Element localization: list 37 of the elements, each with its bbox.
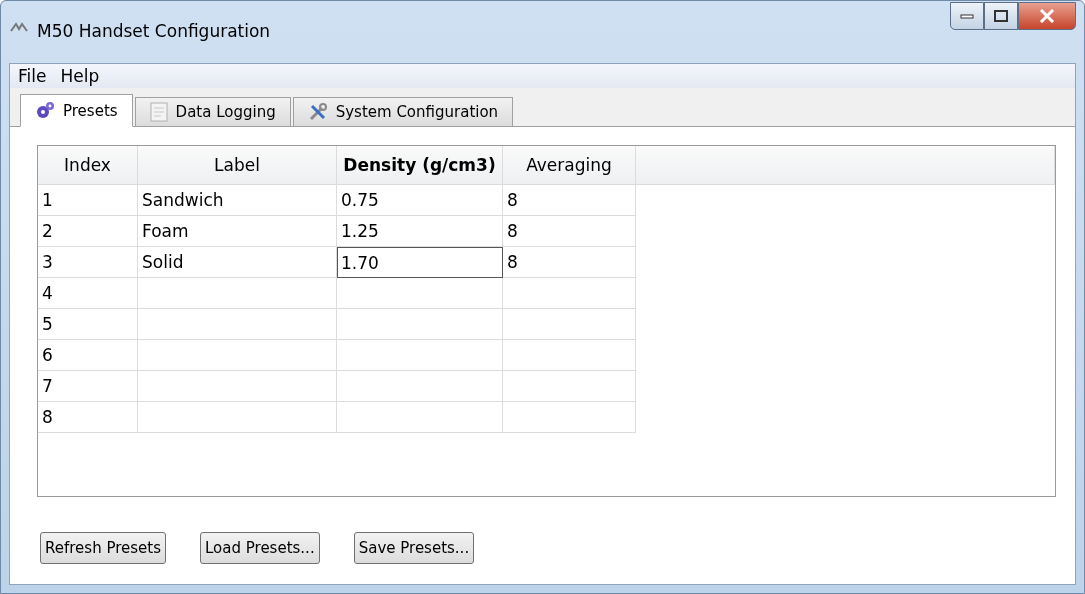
column-header[interactable]: Index — [38, 146, 138, 185]
document-icon — [149, 102, 168, 122]
maximize-button[interactable] — [984, 2, 1018, 30]
table-cell: 2 — [38, 216, 138, 247]
tab[interactable]: Presets — [20, 94, 133, 127]
table-cell: Foam — [138, 216, 337, 247]
table-cell: 8 — [503, 247, 636, 278]
action-button[interactable]: Load Presets... — [200, 532, 320, 564]
action-button[interactable]: Refresh Presets — [40, 532, 166, 564]
action-button[interactable]: Save Presets... — [353, 532, 475, 564]
maximize-icon — [994, 10, 1008, 22]
column-header[interactable]: Density (g/cm3) — [337, 146, 503, 185]
table-cell: 4 — [38, 278, 138, 309]
table-cell: 5 — [38, 309, 138, 340]
table-cell: 8 — [503, 216, 636, 247]
table-cell: 3 — [38, 247, 138, 278]
menu-item[interactable]: Help — [60, 66, 100, 86]
tab[interactable]: Data Logging — [134, 97, 291, 127]
column-header[interactable]: Averaging — [503, 146, 636, 185]
menu-item[interactable]: File — [18, 66, 47, 86]
window-title: M50 Handset Configuration — [37, 21, 271, 41]
table-cell: 1 — [38, 185, 138, 216]
table-cell: 8 — [503, 185, 636, 216]
tools-icon — [307, 102, 328, 122]
minimize-button[interactable] — [950, 2, 984, 30]
close-button[interactable] — [1018, 2, 1076, 30]
table-cell: 7 — [38, 371, 138, 402]
table-cell: Sandwich — [138, 185, 337, 216]
tab[interactable]: System Configuration — [292, 97, 514, 127]
column-header[interactable]: Label — [138, 146, 337, 185]
table-cell: 0.75 — [337, 185, 503, 216]
minimize-icon — [960, 13, 974, 19]
table-cell: 8 — [38, 402, 138, 433]
close-icon — [1039, 9, 1055, 23]
table-cell: 6 — [38, 340, 138, 371]
cell-editor[interactable]: 1.70 — [337, 247, 503, 278]
gears-icon — [35, 100, 55, 121]
